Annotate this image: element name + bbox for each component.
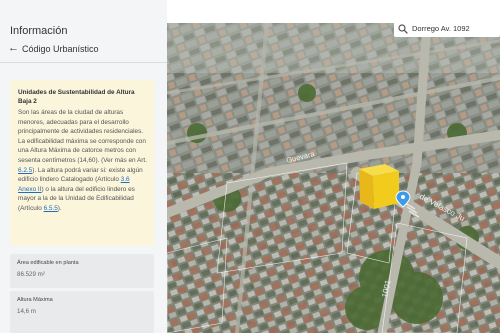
search-input[interactable] — [412, 24, 500, 33]
stat-value: 86.529 m² — [17, 271, 45, 278]
description-text: ). — [57, 204, 62, 212]
stat-area-edificable: Área edificable en planta 86.529 m² — [10, 254, 154, 288]
divider — [0, 62, 167, 63]
search-icon[interactable] — [398, 23, 408, 34]
description-text: Son las áreas de la ciudad de alturas me… — [18, 109, 147, 164]
nav-label[interactable]: Código Urbanístico — [22, 44, 99, 54]
panel-title: Información — [10, 25, 68, 37]
stat-label: Área edificable en planta — [17, 260, 79, 266]
zoning-description-card: Unidades de Sustentabilidad de Altura Ba… — [10, 80, 154, 246]
link-article-6-2-5[interactable]: 6.2.5 — [18, 167, 32, 174]
stat-label: Altura Máxima — [17, 297, 53, 303]
search-box[interactable] — [394, 20, 500, 37]
zoning-description: Son las áreas de la ciudad de alturas me… — [18, 108, 148, 214]
arrow-left-icon[interactable]: ← — [8, 43, 19, 54]
satellite-imagery[interactable]: Guevara de Velasco Ju 1001 — [167, 23, 500, 333]
stat-value: 14,6 m — [17, 308, 36, 315]
selected-parcel-highlight — [359, 164, 399, 209]
zoning-title: Unidades de Sustentabilidad de Altura Ba… — [18, 89, 135, 105]
back-to-codigo-urbanistico[interactable]: ← Código Urbanístico — [8, 43, 99, 54]
stat-altura-maxima: Altura Máxima 14,6 m — [10, 291, 154, 333]
info-panel: Información ← Código Urbanístico Unidade… — [0, 0, 167, 333]
satellite-map[interactable]: Guevara de Velasco Ju 1001 — [167, 23, 500, 333]
link-article-6-5-5[interactable]: 6.5.5 — [44, 205, 58, 212]
